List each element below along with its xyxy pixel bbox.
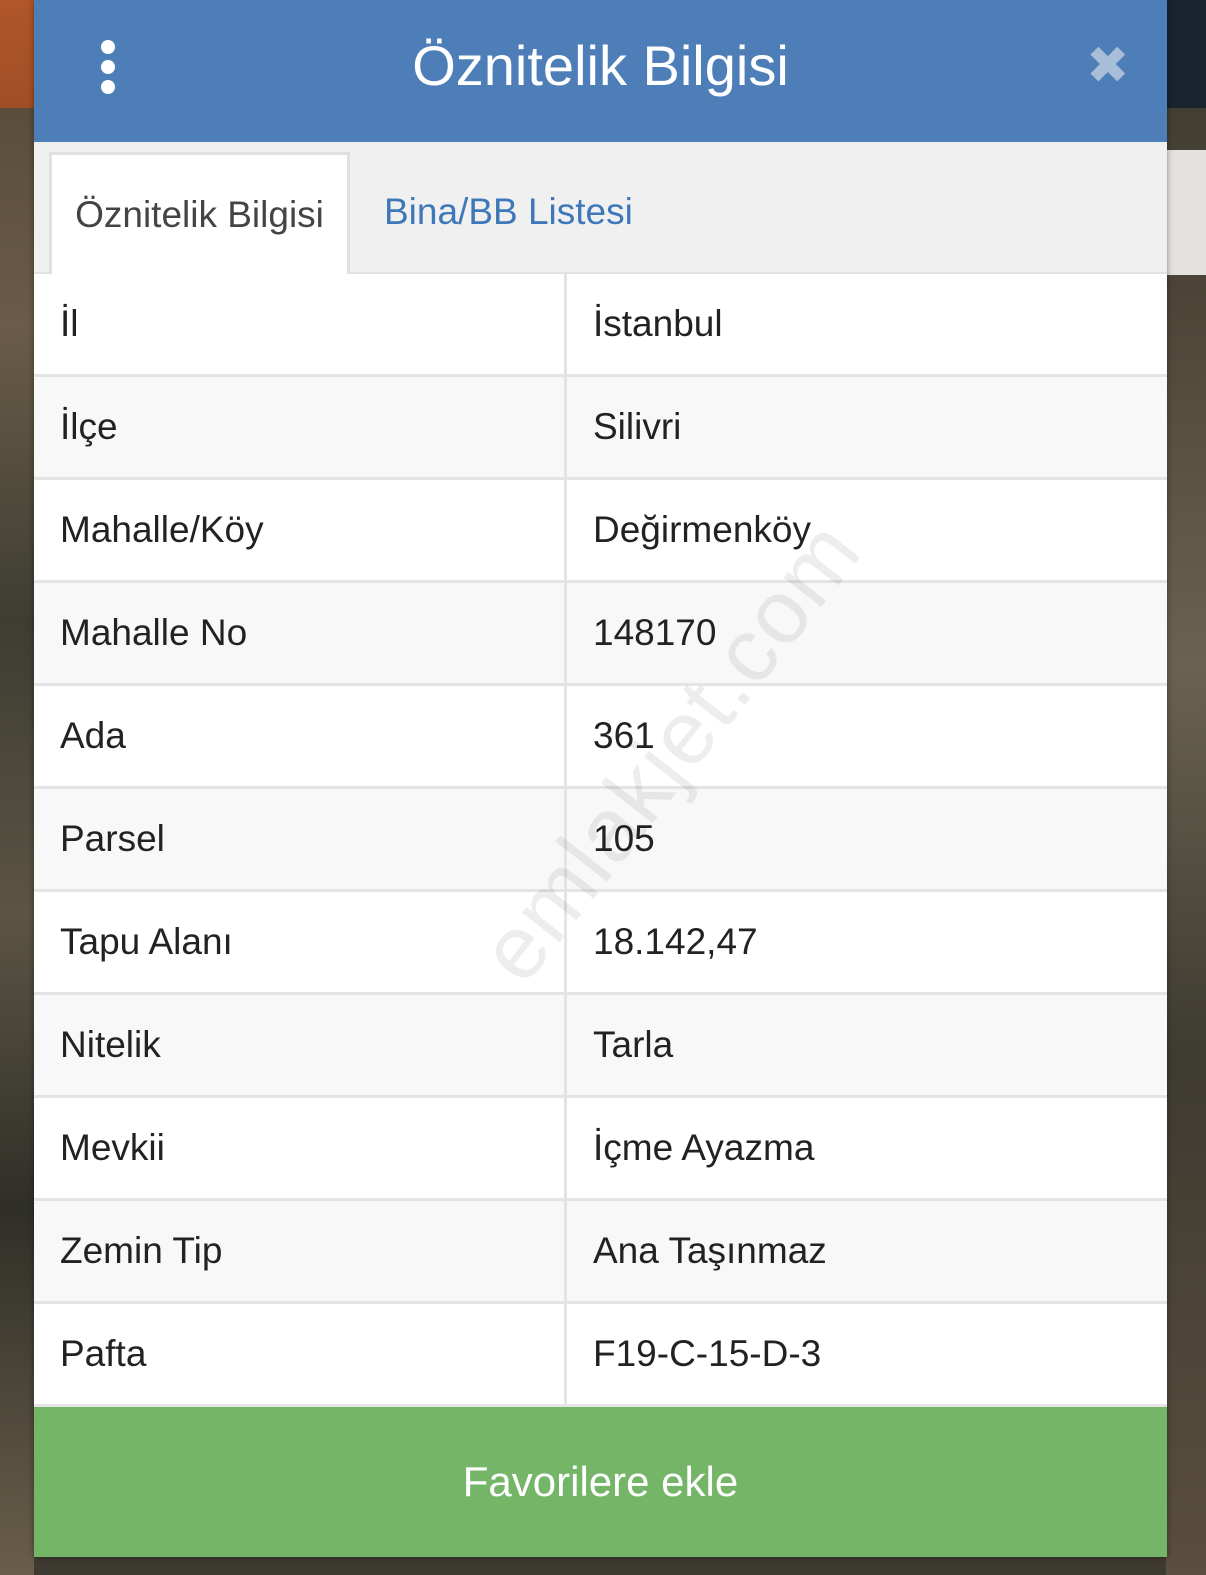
row-key: Tapu Alanı [34,892,567,992]
table-row: Zemin Tip Ana Taşınmaz [34,1201,1167,1304]
row-key: Parsel [34,789,567,889]
table-row: Nitelik Tarla [34,995,1167,1098]
table-row: Parsel 105 [34,789,1167,892]
row-value: İstanbul [593,303,723,344]
map-background-left [0,108,34,1575]
row-key: İlçe [34,377,567,477]
row-value: Ana Taşınmaz [593,1230,827,1271]
map-background-right [1166,275,1206,1575]
map-background-right-light [1166,150,1206,275]
tab-attribute-info[interactable]: Öznitelik Bilgisi [49,152,350,276]
table-row: İlçe Silivri [34,377,1167,480]
attribute-info-dialog: Öznitelik Bilgisi ✖ Öznitelik Bilgisi Bi… [34,0,1167,1557]
row-value: 18.142,47 [593,921,758,962]
row-value: 148170 [593,612,717,653]
row-key: Nitelik [34,995,567,1095]
dialog-header: Öznitelik Bilgisi ✖ [34,0,1167,142]
dialog-title: Öznitelik Bilgisi [412,34,789,97]
add-to-favorites-button[interactable]: Favorilere ekle [34,1407,1167,1557]
table-row: Mahalle No 148170 [34,583,1167,686]
row-key: İl [34,274,567,374]
map-background-top-left [0,0,34,108]
close-icon[interactable]: ✖ [1086,40,1130,92]
map-background-top-right [1166,0,1206,108]
row-value: İçme Ayazma [593,1127,815,1168]
table-row: İl İstanbul [34,274,1167,377]
tab-building-list[interactable]: Bina/BB Listesi [384,152,633,272]
table-row: Pafta F19-C-15-D-3 [34,1304,1167,1407]
row-key: Mahalle/Köy [34,480,567,580]
table-row: Tapu Alanı 18.142,47 [34,892,1167,995]
row-key: Mahalle No [34,583,567,683]
table-row: Ada 361 [34,686,1167,789]
attribute-table: İl İstanbul İlçe Silivri Mahalle/Köy Değ… [34,274,1167,1407]
row-value: Değirmenköy [593,509,811,550]
table-row: Mevkii İçme Ayazma [34,1098,1167,1201]
row-value: F19-C-15-D-3 [593,1333,822,1374]
row-key: Zemin Tip [34,1201,567,1301]
row-value: Silivri [593,406,682,447]
row-value: 105 [593,818,655,859]
row-key: Pafta [34,1304,567,1404]
table-row: Mahalle/Köy Değirmenköy [34,480,1167,583]
row-key: Mevkii [34,1098,567,1198]
row-key: Ada [34,686,567,786]
tab-bar: Öznitelik Bilgisi Bina/BB Listesi [34,142,1167,276]
row-value: 361 [593,715,655,756]
row-value: Tarla [593,1024,674,1065]
